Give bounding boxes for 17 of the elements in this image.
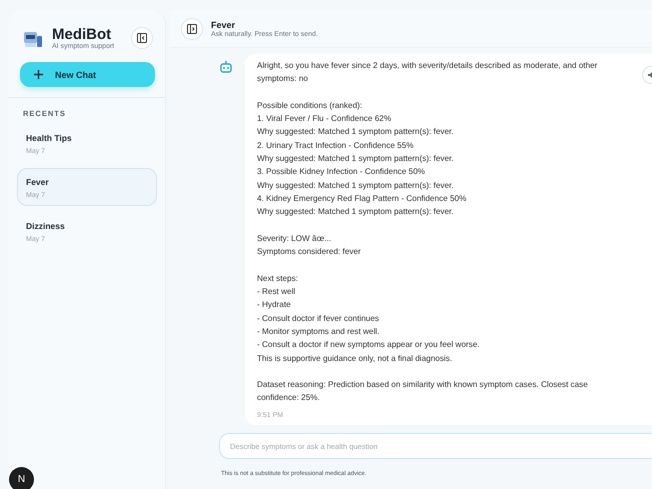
chat-title: Fever [211, 20, 236, 30]
message-paragraph: Alright, so you have fever since 2 days, with severity/details described as moderate, and other symptoms: no [257, 60, 598, 86]
new-chat-button[interactable]: New Chat [20, 62, 155, 87]
message-paragraph: Severity: LOW âœ... Symptoms considered: fever [257, 232, 362, 258]
sidebar-icon [187, 24, 197, 34]
chat-title: Health Tips [26, 133, 73, 143]
message-paragraph: Next steps: - Rest well - Hydrate - Consult doctor if fever continues - Monitor symptoms and rest well. - Consult a doctor if new symptoms appear or you feel worse. This is supportive guidance only, not a final diagnosis. [257, 272, 481, 365]
message-paragraph: Possible conditions (ranked): 1. Viral Fever / Flu - Confidence 62% Why suggested: Matched 1 symptom pattern(s): fever. 2. Urinary Tract Infection - Confidence 55% Why suggested: Matched 1 symptom pattern(s): fever. 3. Possible Kidney Infection - Confidence 50% Why suggested: Matched 1 symptom pattern(s): fever. 4. Kidney Emergency Red Flag Pattern - Confidence 50% Why suggested: Matched 1 symptom pattern(s): fever. [257, 100, 468, 218]
chat-title: Dizziness [26, 221, 66, 231]
collapse-sidebar-button[interactable] [131, 27, 153, 49]
app-name: MediBot [52, 26, 112, 43]
sidebar-toggle-button[interactable] [181, 18, 203, 40]
plus-icon [34, 70, 43, 79]
robot-icon [219, 60, 233, 74]
message-paragraph: Dataset reasoning: Prediction based on similarity with known symptom cases. Closest case confidence: 25%. [257, 379, 589, 404]
sidebar-icon [137, 33, 147, 43]
chat-title: Fever [26, 177, 50, 187]
